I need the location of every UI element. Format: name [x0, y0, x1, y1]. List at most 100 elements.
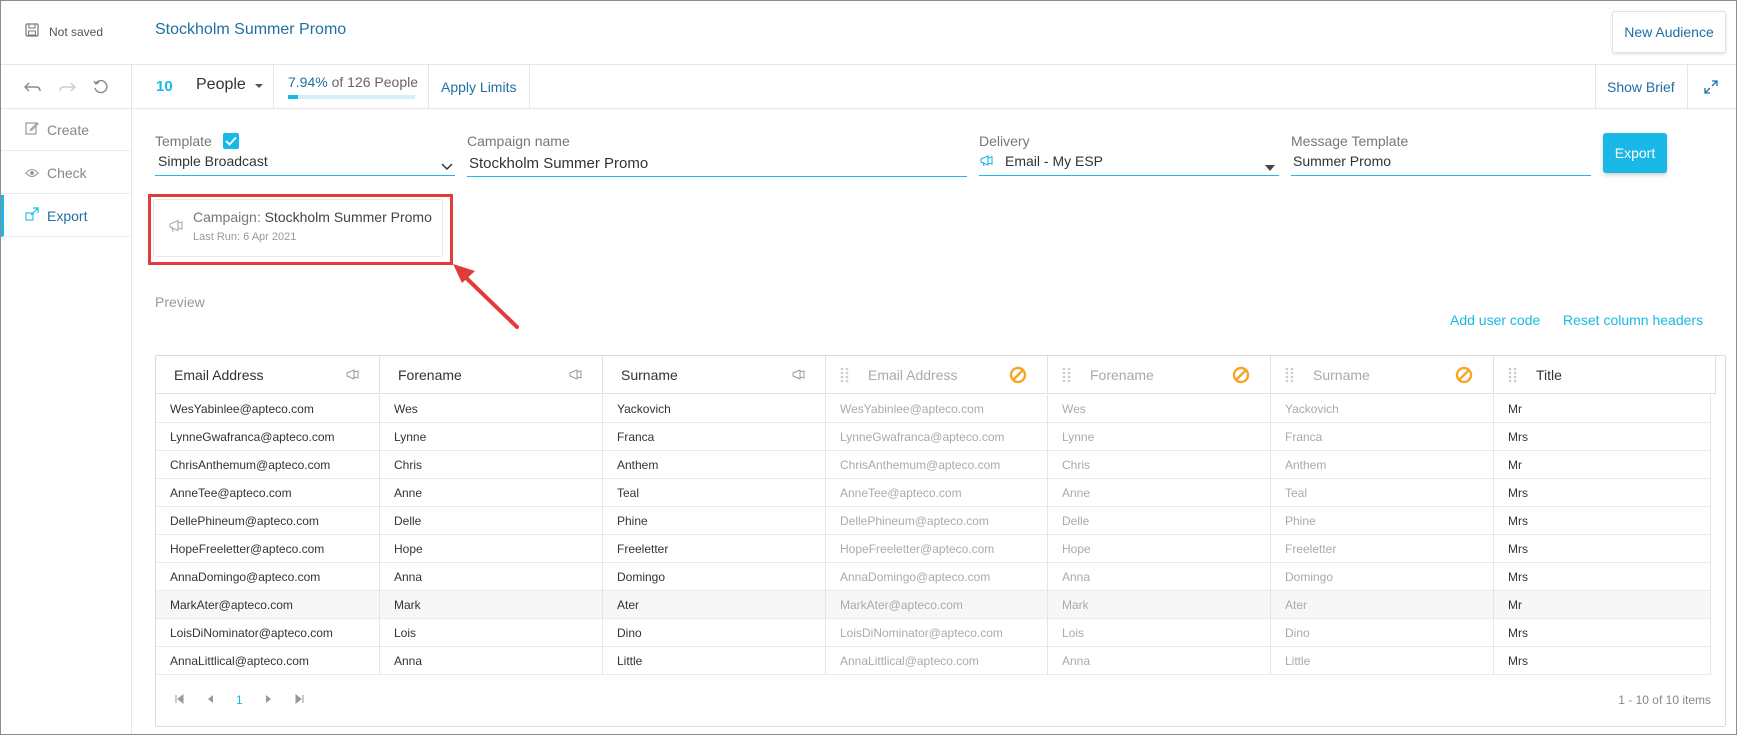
- export-button[interactable]: Export: [1603, 133, 1667, 173]
- table-cell: Mark: [380, 591, 603, 619]
- table-cell: Mrs: [1494, 535, 1711, 563]
- table-row[interactable]: HopeFreeletter@apteco.com Hope Freeletter H…: [156, 535, 1711, 563]
- table-cell: Lois: [380, 619, 603, 647]
- people-selector[interactable]: People: [196, 76, 264, 94]
- table-cell: Hope: [380, 535, 603, 563]
- add-user-code-link[interactable]: Add user code: [1450, 312, 1540, 328]
- expand-icon[interactable]: [1701, 77, 1721, 97]
- app-window: Not saved Stockholm Summer Promo New Aud…: [0, 0, 1737, 735]
- table-cell: Mr: [1494, 395, 1711, 423]
- table-row[interactable]: AnnaLittlical@apteco.com Anna Little AnnaLi…: [156, 647, 1711, 675]
- column-header-label: Email Address: [174, 366, 264, 383]
- nav-check[interactable]: Check: [1, 152, 131, 194]
- show-brief-button[interactable]: Show Brief: [1607, 79, 1675, 95]
- table-cell: DellePhineum@apteco.com: [826, 507, 1048, 535]
- table-cell: Lynne: [380, 423, 603, 451]
- table-cell: LynneGwafranca@apteco.com: [156, 423, 380, 451]
- message-template-input[interactable]: Summer Promo: [1293, 153, 1391, 169]
- undo-icon[interactable]: [23, 77, 43, 97]
- table-row[interactable]: AnneTee@apteco.com Anne Teal AnneTee@apteco…: [156, 479, 1711, 507]
- table-cell: Teal: [1271, 479, 1494, 507]
- excluded-icon[interactable]: [1232, 366, 1250, 384]
- template-checkbox[interactable]: [223, 133, 239, 149]
- megaphone-icon[interactable]: [345, 367, 361, 383]
- reset-icon[interactable]: [91, 77, 111, 97]
- toolbar: 10 People 7.94% of 126 People Apply Limi…: [1, 65, 1736, 109]
- table-row[interactable]: LynneGwafranca@apteco.com Lynne Franca Lynn…: [156, 423, 1711, 451]
- table-cell: LoisDiNominator@apteco.com: [156, 619, 380, 647]
- table-cell: Franca: [1271, 423, 1494, 451]
- table-row[interactable]: LoisDiNominator@apteco.com Lois Dino LoisDi…: [156, 619, 1711, 647]
- nav-create-label: Create: [47, 121, 90, 138]
- nav-export[interactable]: Export: [1, 195, 131, 237]
- check-icon: [225, 136, 237, 146]
- table-row[interactable]: WesYabinlee@apteco.com Wes Yackovich WesYab…: [156, 395, 1711, 423]
- column-header[interactable]: Forename: [380, 356, 603, 394]
- campaign-name-input[interactable]: Stockholm Summer Promo: [469, 155, 648, 172]
- reset-column-headers-link[interactable]: Reset column headers: [1563, 312, 1703, 328]
- export-arrow-icon: [25, 207, 39, 224]
- table-cell: Dino: [1271, 619, 1494, 647]
- drag-handle-icon[interactable]: [1285, 367, 1295, 383]
- campaign-name-underline: [467, 176, 967, 177]
- table-cell: Delle: [380, 507, 603, 535]
- table-row[interactable]: MarkAter@apteco.com Mark Ater MarkAter@apte…: [156, 591, 1711, 619]
- save-status[interactable]: Not saved: [25, 23, 103, 40]
- audience-title[interactable]: Stockholm Summer Promo: [155, 21, 346, 39]
- table-cell: Mark: [1048, 591, 1271, 619]
- previous-page-icon[interactable]: [206, 693, 214, 707]
- apply-limits-button[interactable]: Apply Limits: [441, 79, 516, 95]
- current-page[interactable]: 1: [236, 693, 243, 707]
- table-cell: Chris: [380, 451, 603, 479]
- table-cell: Ater: [1271, 591, 1494, 619]
- drag-handle-icon[interactable]: [840, 367, 850, 383]
- table-cell: Domingo: [1271, 563, 1494, 591]
- template-select[interactable]: Simple Broadcast: [158, 153, 268, 169]
- table-cell: Anna: [380, 647, 603, 675]
- table-cell: Lynne: [1048, 423, 1271, 451]
- column-header-excluded[interactable]: Surname: [1271, 356, 1494, 394]
- selection-progress-bar: [288, 95, 415, 99]
- table-cell: HopeFreeletter@apteco.com: [156, 535, 380, 563]
- table-cell: AnnaLittlical@apteco.com: [156, 647, 380, 675]
- drag-handle-icon[interactable]: [1062, 367, 1072, 383]
- excluded-icon[interactable]: [1009, 366, 1027, 384]
- column-header-excluded[interactable]: Forename: [1048, 356, 1271, 394]
- table-cell: WesYabinlee@apteco.com: [156, 395, 380, 423]
- megaphone-icon[interactable]: [791, 367, 807, 383]
- table-cell: Wes: [1048, 395, 1271, 423]
- column-header[interactable]: Email Address: [156, 356, 380, 394]
- progress-fill: [288, 95, 299, 99]
- next-page-icon[interactable]: [265, 693, 273, 707]
- edit-icon: [25, 121, 39, 138]
- table-cell: Mrs: [1494, 507, 1711, 535]
- left-nav: Create Check Export: [1, 109, 132, 734]
- table-cell: Anna: [1048, 563, 1271, 591]
- redo-icon[interactable]: [57, 77, 77, 97]
- first-page-icon[interactable]: [174, 693, 184, 707]
- last-page-icon[interactable]: [295, 693, 305, 707]
- preview-label: Preview: [155, 294, 205, 310]
- column-header-excluded[interactable]: Email Address: [826, 356, 1048, 394]
- table-cell: AnnaLittlical@apteco.com: [826, 647, 1048, 675]
- table-cell: Dino: [603, 619, 826, 647]
- chevron-down-icon[interactable]: [441, 158, 453, 176]
- table-cell: Wes: [380, 395, 603, 423]
- new-audience-button[interactable]: New Audience: [1612, 11, 1726, 53]
- table-cell: Delle: [1048, 507, 1271, 535]
- table-row[interactable]: AnnaDomingo@apteco.com Anna Domingo AnnaDom…: [156, 563, 1711, 591]
- nav-create[interactable]: Create: [1, 109, 131, 151]
- table-cell: Franca: [603, 423, 826, 451]
- table-row[interactable]: ChrisAnthemum@apteco.com Chris Anthem Chris…: [156, 451, 1711, 479]
- table-cell: AnnaDomingo@apteco.com: [156, 563, 380, 591]
- message-template-label: Message Template: [1291, 133, 1409, 149]
- caret-down-icon[interactable]: [1265, 158, 1275, 176]
- excluded-icon[interactable]: [1455, 366, 1473, 384]
- table-cell: ChrisAnthemum@apteco.com: [156, 451, 380, 479]
- table-row[interactable]: DellePhineum@apteco.com Delle Phine DellePh…: [156, 507, 1711, 535]
- column-header[interactable]: Surname: [603, 356, 826, 394]
- column-header[interactable]: Title: [1494, 356, 1716, 394]
- megaphone-icon[interactable]: [568, 367, 584, 383]
- drag-handle-icon[interactable]: [1508, 367, 1518, 383]
- delivery-select[interactable]: Email - My ESP: [1005, 153, 1103, 169]
